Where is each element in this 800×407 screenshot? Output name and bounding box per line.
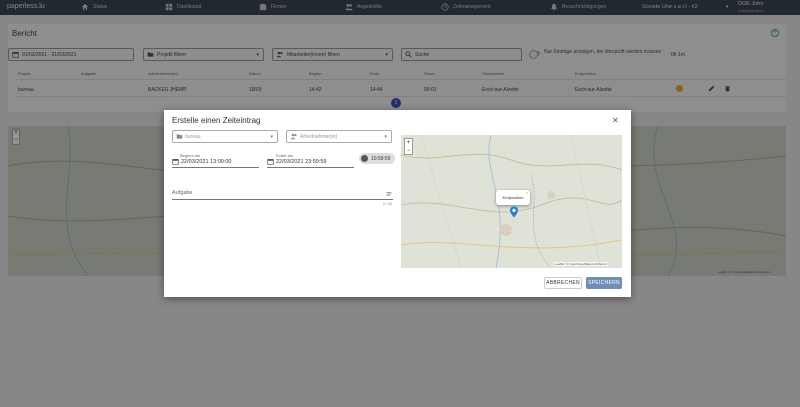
create-time-entry-dialog: Erstelle einen Zeiteintrag ✕ bureau ▾ Ar… <box>164 110 631 297</box>
character-counter: 0 / 30 <box>383 202 392 206</box>
people-icon <box>290 133 297 140</box>
save-button[interactable]: SPEICHERN <box>586 277 622 289</box>
notes-icon <box>386 192 392 196</box>
divider <box>172 167 259 168</box>
map-popup: Endposition <box>496 190 530 205</box>
divider <box>267 167 354 168</box>
close-icon[interactable]: ✕ <box>612 116 619 125</box>
calendar-icon <box>172 159 179 165</box>
dialog-title: Erstelle einen Zeiteintrag <box>172 116 261 125</box>
close-icon[interactable]: × <box>526 191 528 195</box>
calendar-icon <box>267 159 274 165</box>
timer-icon <box>361 155 368 162</box>
folder-icon <box>176 134 183 139</box>
start-datetime-field[interactable]: 22/03/2021 13:00:00 <box>172 158 231 165</box>
chevron-down-icon: ▾ <box>384 134 387 140</box>
chevron-down-icon: ▾ <box>270 134 273 140</box>
project-select[interactable]: bureau ▾ <box>172 130 278 143</box>
map-attribution[interactable]: Leaflet | © OpenStreetMap contributors <box>554 262 609 266</box>
zoom-control[interactable]: + − <box>404 138 413 155</box>
duration-chip: 10:59:59 <box>359 153 395 164</box>
employee-select[interactable]: Arbeitnehmer(in) ▾ <box>286 130 392 143</box>
map-marker-icon[interactable] <box>510 206 518 218</box>
divider <box>172 199 393 200</box>
end-datetime-field[interactable]: 22/03/2021 23:59:59 <box>267 158 326 165</box>
task-input[interactable]: Aufgabe <box>172 190 193 196</box>
cancel-button[interactable]: ABBRECHEN <box>544 277 582 289</box>
